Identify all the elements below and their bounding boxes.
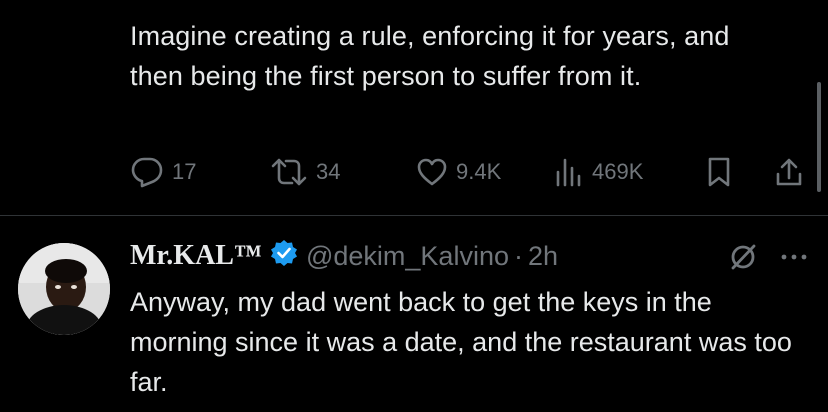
tweet-text: Imagine creating a rule, enforcing it fo… <box>130 21 730 91</box>
timestamp[interactable]: 2h <box>528 241 558 272</box>
grok-icon[interactable] <box>728 242 758 272</box>
bookmark-icon <box>708 157 730 187</box>
like-button[interactable]: 9.4K <box>416 152 501 192</box>
reply-count: 17 <box>172 159 197 184</box>
share-button[interactable] <box>774 152 804 192</box>
retweet-button[interactable]: 34 <box>270 152 340 192</box>
retweet-count: 34 <box>316 159 341 184</box>
scrollbar[interactable] <box>817 82 821 192</box>
reply-icon <box>131 157 163 188</box>
avatar[interactable] <box>18 243 110 335</box>
share-icon <box>776 158 802 186</box>
retweet-icon <box>271 158 307 186</box>
views-button[interactable]: 469K <box>554 152 643 192</box>
tweet-actions: 17 34 9.4K 469K <box>130 152 810 192</box>
bookmark-button[interactable] <box>706 152 732 192</box>
reply-text: Anyway, my dad went back to get the keys… <box>130 287 792 397</box>
views-icon <box>556 158 581 187</box>
user-handle[interactable]: @dekim_Kalvino <box>306 241 509 272</box>
like-icon <box>417 158 447 186</box>
more-icon[interactable] <box>778 242 810 272</box>
tweet-divider <box>0 215 828 216</box>
reply-button[interactable]: 17 <box>130 152 196 192</box>
display-name[interactable]: Mr.KAL™ <box>130 240 262 272</box>
views-count: 469K <box>592 159 644 184</box>
separator-dot: · <box>513 240 523 271</box>
like-count: 9.4K <box>456 159 502 184</box>
verified-badge-icon <box>270 239 298 274</box>
avatar-photo <box>18 243 110 335</box>
reply-header: Mr.KAL™ @dekim_Kalvino · 2h <box>130 236 810 276</box>
